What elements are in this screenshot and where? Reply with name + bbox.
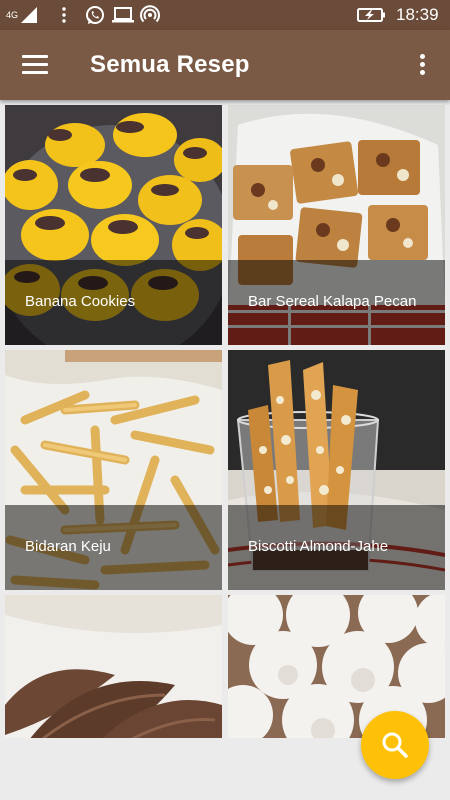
chocolate-cookies-photo	[5, 595, 222, 738]
recipe-title: Bidaran Keju	[25, 538, 111, 555]
status-bar: 4G 18:39	[0, 0, 450, 30]
recipe-card[interactable]: Bidaran Keju	[5, 350, 222, 590]
recipe-caption: Bar Sereal Kalapa Pecan	[228, 260, 445, 345]
recipe-card[interactable]: Biscotti Almond-Jahe	[228, 350, 445, 590]
recipe-card[interactable]: Bar Sereal Kalapa Pecan	[228, 105, 445, 345]
signal-icon	[21, 7, 38, 23]
network-indicator: 4G	[6, 0, 39, 30]
recipe-caption: Biscotti Almond-Jahe	[228, 505, 445, 590]
recipe-title: Banana Cookies	[25, 293, 136, 310]
more-vert-icon[interactable]	[414, 52, 430, 78]
whatsapp-icon	[85, 0, 105, 30]
laptop-icon	[112, 0, 134, 30]
hamburger-menu-icon[interactable]	[22, 54, 48, 76]
recipe-card[interactable]	[5, 595, 222, 738]
network-type-label: 4G	[6, 10, 19, 20]
search-icon	[382, 732, 408, 758]
recipe-caption: Banana Cookies	[5, 260, 222, 345]
battery-charging-icon	[357, 0, 387, 30]
recipe-grid: Banana Cookies Bar Sereal Kalapa Pecan B…	[0, 100, 450, 738]
recipe-title: Biscotti Almond-Jahe	[248, 538, 389, 555]
page-title: Semua Resep	[90, 51, 250, 78]
recipe-title: Bar Sereal Kalapa Pecan	[248, 293, 417, 310]
search-button[interactable]	[361, 711, 429, 779]
clock: 18:39	[396, 5, 439, 24]
app-bar: Semua Resep	[0, 30, 450, 100]
recipe-caption: Bidaran Keju	[5, 505, 222, 590]
more-vert-icon	[60, 0, 68, 30]
recipe-card[interactable]: Banana Cookies	[5, 105, 222, 345]
hotspot-icon	[140, 0, 160, 30]
